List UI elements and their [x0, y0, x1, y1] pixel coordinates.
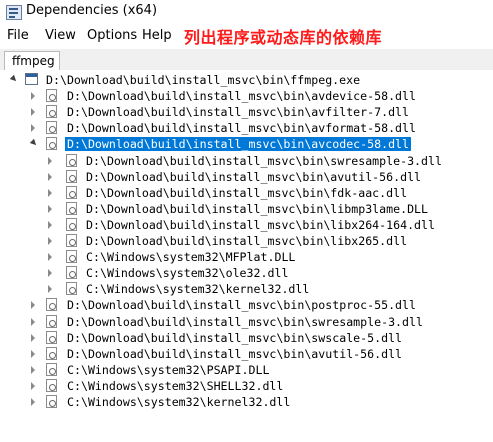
tree-row[interactable]: D:\Download\build\install_msvc\bin\ffmpe…: [0, 72, 493, 88]
collapse-arrow-icon[interactable]: [31, 92, 35, 101]
module-icon: [46, 378, 57, 392]
collapse-arrow-icon[interactable]: [31, 317, 35, 326]
tab-strip: ffmpeg: [0, 49, 493, 71]
module-icon: [46, 121, 57, 135]
tree-row[interactable]: D:\Download\build\install_msvc\bin\libx2…: [0, 217, 493, 233]
tree-item-label[interactable]: D:\Download\build\install_msvc\bin\ffmpe…: [46, 73, 360, 87]
tab-label: ffmpeg: [12, 54, 55, 68]
tree-row[interactable]: D:\Download\build\install_msvc\bin\libx2…: [0, 233, 493, 249]
tree-row[interactable]: D:\Download\build\install_msvc\bin\swres…: [0, 314, 493, 330]
title-bar: Dependencies (x64): [0, 0, 493, 25]
module-icon: [66, 217, 77, 231]
dependency-tree[interactable]: D:\Download\build\install_msvc\bin\ffmpe…: [0, 70, 493, 442]
tree-item-label[interactable]: D:\Download\build\install_msvc\bin\fdk-a…: [86, 186, 407, 200]
tree-row[interactable]: D:\Download\build\install_msvc\bin\avcod…: [0, 136, 493, 152]
app-icon: [6, 5, 22, 20]
menu-file[interactable]: File: [7, 28, 29, 43]
collapse-arrow-icon[interactable]: [31, 108, 35, 117]
menu-options[interactable]: Options: [87, 28, 137, 43]
expand-arrow-icon[interactable]: [9, 74, 19, 84]
tree-item-label[interactable]: D:\Download\build\install_msvc\bin\postp…: [67, 298, 416, 312]
module-icon: [66, 266, 77, 280]
tree-row[interactable]: C:\Windows\system32\MFPlat.DLL: [0, 249, 493, 265]
tree-item-label[interactable]: D:\Download\build\install_msvc\bin\avfil…: [67, 105, 409, 119]
tree-item-label[interactable]: D:\Download\build\install_msvc\bin\libx2…: [86, 234, 407, 248]
menu-view[interactable]: View: [45, 28, 76, 43]
tree-item-label[interactable]: D:\Download\build\install_msvc\bin\swsca…: [67, 331, 402, 345]
tree-row[interactable]: D:\Download\build\install_msvc\bin\avfor…: [0, 120, 493, 136]
module-icon: [46, 137, 57, 151]
module-icon: [66, 250, 77, 264]
tree-row[interactable]: D:\Download\build\install_msvc\bin\libmp…: [0, 201, 493, 217]
tree-row[interactable]: D:\Download\build\install_msvc\bin\avuti…: [0, 346, 493, 362]
module-icon: [46, 395, 57, 408]
tab-ffmpeg[interactable]: ffmpeg: [4, 51, 60, 70]
collapse-arrow-icon[interactable]: [48, 253, 52, 262]
tree-item-label[interactable]: D:\Download\build\install_msvc\bin\swres…: [86, 154, 442, 168]
collapse-arrow-icon[interactable]: [48, 172, 52, 181]
module-icon: [46, 105, 57, 119]
module-icon: [46, 346, 57, 360]
tree-item-label[interactable]: D:\Download\build\install_msvc\bin\avcod…: [65, 137, 412, 152]
tree-item-label[interactable]: C:\Windows\system32\kernel32.dll: [86, 282, 309, 296]
tree-item-label[interactable]: D:\Download\build\install_msvc\bin\libx2…: [86, 218, 435, 232]
window-title: Dependencies (x64): [26, 3, 158, 18]
tree-item-label[interactable]: D:\Download\build\install_msvc\bin\avdev…: [67, 89, 416, 103]
tree-item-label[interactable]: C:\Windows\system32\PSAPI.DLL: [67, 363, 269, 377]
tree-row[interactable]: D:\Download\build\install_msvc\bin\postp…: [0, 297, 493, 313]
module-icon: [66, 201, 77, 215]
module-icon: [66, 169, 77, 183]
exe-icon: [25, 73, 38, 85]
tree-item-label[interactable]: D:\Download\build\install_msvc\bin\libmp…: [86, 202, 428, 216]
module-icon: [46, 362, 57, 376]
tree-row[interactable]: D:\Download\build\install_msvc\bin\avuti…: [0, 169, 493, 185]
tree-item-label[interactable]: C:\Windows\system32\kernel32.dll: [67, 395, 290, 409]
collapse-arrow-icon[interactable]: [31, 365, 35, 374]
tree-row[interactable]: D:\Download\build\install_msvc\bin\swres…: [0, 153, 493, 169]
collapse-arrow-icon[interactable]: [48, 285, 52, 294]
collapse-arrow-icon[interactable]: [31, 398, 35, 406]
collapse-arrow-icon[interactable]: [48, 188, 52, 197]
module-icon: [66, 153, 77, 167]
module-icon: [66, 185, 77, 199]
tree-item-label[interactable]: D:\Download\build\install_msvc\bin\avuti…: [86, 170, 421, 184]
module-icon: [46, 330, 57, 344]
tree-item-label[interactable]: C:\Windows\system32\ole32.dll: [86, 266, 288, 280]
module-icon: [46, 89, 57, 103]
tree-row[interactable]: C:\Windows\system32\kernel32.dll: [0, 281, 493, 297]
tree-item-label[interactable]: C:\Windows\system32\SHELL32.dll: [67, 379, 283, 393]
collapse-arrow-icon[interactable]: [48, 269, 52, 278]
expand-arrow-icon[interactable]: [29, 139, 39, 148]
collapse-arrow-icon[interactable]: [31, 333, 35, 342]
tree-row[interactable]: C:\Windows\system32\ole32.dll: [0, 265, 493, 281]
tree-item-label[interactable]: D:\Download\build\install_msvc\bin\swres…: [67, 315, 423, 329]
collapse-arrow-icon[interactable]: [48, 237, 52, 245]
collapse-arrow-icon[interactable]: [31, 381, 35, 390]
tree-row[interactable]: D:\Download\build\install_msvc\bin\avdev…: [0, 88, 493, 104]
module-icon: [66, 234, 77, 247]
tree-row[interactable]: D:\Download\build\install_msvc\bin\avfil…: [0, 104, 493, 120]
collapse-arrow-icon[interactable]: [31, 301, 35, 310]
tree-item-label[interactable]: C:\Windows\system32\MFPlat.DLL: [86, 250, 295, 264]
module-icon: [46, 314, 57, 328]
tree-item-label[interactable]: D:\Download\build\install_msvc\bin\avfor…: [67, 121, 416, 135]
collapse-arrow-icon[interactable]: [48, 220, 52, 229]
tree-row[interactable]: D:\Download\build\install_msvc\bin\fdk-a…: [0, 185, 493, 201]
module-icon: [66, 282, 77, 296]
collapse-arrow-icon[interactable]: [48, 204, 52, 213]
collapse-arrow-icon[interactable]: [31, 349, 35, 358]
tree-row[interactable]: D:\Download\build\install_msvc\bin\swsca…: [0, 330, 493, 346]
collapse-arrow-icon[interactable]: [31, 124, 35, 133]
module-icon: [46, 298, 57, 312]
collapse-arrow-icon[interactable]: [48, 156, 52, 165]
tree-row[interactable]: C:\Windows\system32\SHELL32.dll: [0, 378, 493, 394]
tree-item-label[interactable]: D:\Download\build\install_msvc\bin\avuti…: [67, 347, 402, 361]
menu-help[interactable]: Help: [142, 28, 172, 43]
tree-row[interactable]: C:\Windows\system32\PSAPI.DLL: [0, 362, 493, 378]
tree-row[interactable]: C:\Windows\system32\kernel32.dll: [0, 394, 493, 410]
